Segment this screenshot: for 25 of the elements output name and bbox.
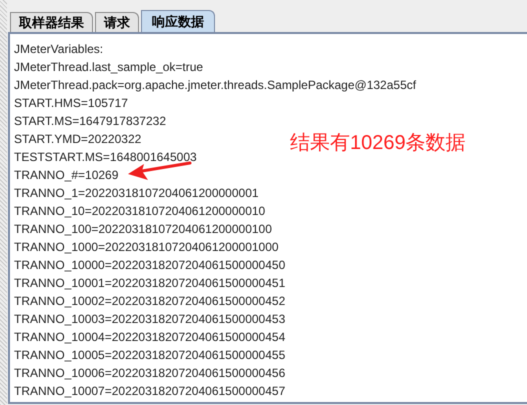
tab[interactable]: 取样器结果 [10, 12, 93, 32]
response-line: TRANNO_10000=20220318207204061500000450 [14, 257, 286, 274]
response-line: TESTSTART.MS=1648001645003 [14, 149, 197, 166]
response-line: TRANNO_10001=20220318207204061500000451 [14, 275, 286, 292]
response-line: JMeterThread.last_sample_ok=true [14, 59, 204, 76]
response-line: TRANNO_10003=20220318207204061500000453 [14, 311, 286, 328]
tab[interactable]: 响应数据 [141, 10, 215, 32]
annotation-arrow [128, 162, 192, 180]
tab[interactable]: 请求 [95, 12, 139, 32]
response-line: TRANNO_10006=20220318207204061500000456 [14, 365, 286, 382]
response-line: TRANNO_1000=20220318107204061200001000 [14, 239, 279, 256]
annotation-text: 结果有10269条数据 [290, 131, 466, 155]
response-line: JMeterVariables: [14, 41, 104, 58]
response-line: TRANNO_1=20220318107204061200000001 [14, 185, 259, 202]
response-line: TRANNO_#=10269 [14, 167, 118, 184]
response-line: TRANNO_10004=20220318207204061500000454 [14, 329, 286, 346]
response-line: TRANNO_10005=20220318207204061500000455 [14, 347, 286, 364]
response-line: START.HMS=105717 [14, 95, 128, 112]
response-line: TRANNO_10007=20220318207204061500000457 [14, 383, 286, 400]
response-line: TRANNO_10=20220318107204061200000010 [14, 203, 266, 220]
response-line: TRANNO_100=20220318107204061200000100 [14, 221, 272, 238]
response-line: START.MS=1647917837232 [14, 113, 166, 130]
response-line: JMeterThread.pack=org.apache.jmeter.threads.SamplePackage@132a55cf [14, 77, 416, 94]
response-line: TRANNO_10002=20220318207204061500000452 [14, 293, 286, 310]
response-line: START.YMD=20220322 [14, 131, 142, 148]
